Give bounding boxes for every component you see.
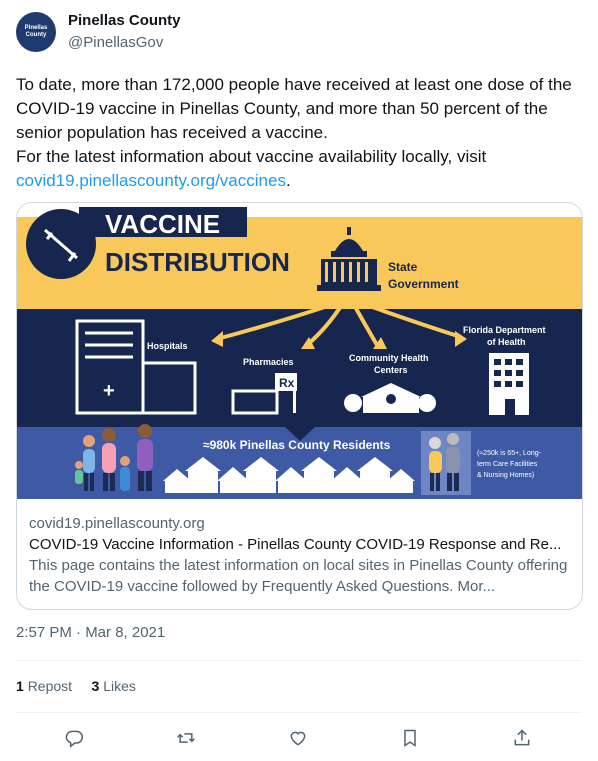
author-name[interactable]: Pinellas County bbox=[68, 12, 181, 29]
health-department-icon bbox=[489, 353, 529, 415]
chc-label-1: Community Health bbox=[349, 353, 429, 363]
repost-button[interactable] bbox=[174, 726, 198, 750]
seniors-line-3: & Nursing Homes) bbox=[477, 472, 534, 479]
state-label-2: Government bbox=[388, 277, 459, 291]
title-line-2: DISTRIBUTION bbox=[105, 247, 290, 277]
seniors-line-2: term Care Facilities bbox=[477, 461, 538, 468]
avatar[interactable]: Pinellas County bbox=[16, 12, 56, 52]
likes-count: 3 bbox=[91, 678, 100, 694]
card-title: COVID-19 Vaccine Information - Pinellas … bbox=[29, 536, 562, 553]
tweet-timestamp[interactable]: 2:57 PM · Mar 8, 2021 bbox=[16, 624, 165, 641]
tweet-paragraph-1: To date, more than 172,000 people have r… bbox=[16, 75, 572, 142]
divider-bottom bbox=[16, 712, 581, 713]
share-icon bbox=[514, 729, 530, 746]
seniors-line-1: (≈250k is 65+, Long- bbox=[477, 450, 542, 457]
card-image[interactable]: VACCINE DISTRIBUTION State Government + … bbox=[17, 203, 582, 503]
like-button[interactable] bbox=[286, 726, 310, 750]
bookmark-icon bbox=[404, 729, 416, 747]
reposts-count: 1 bbox=[16, 678, 24, 694]
repost-icon bbox=[177, 733, 195, 743]
action-bar bbox=[16, 726, 581, 750]
reposts-stat[interactable]: 1 Repost bbox=[16, 678, 72, 694]
tweet-text: To date, more than 172,000 people have r… bbox=[16, 73, 576, 193]
vaccines-link[interactable]: covid19.pinellascounty.org/vaccines bbox=[16, 171, 286, 190]
card-domain: covid19.pinellascounty.org bbox=[29, 515, 205, 532]
reply-icon bbox=[65, 730, 84, 748]
card-description: This page contains the latest informatio… bbox=[29, 557, 568, 595]
reply-button[interactable] bbox=[62, 726, 86, 750]
residents-label: ≈980k Pinellas County Residents bbox=[203, 438, 391, 452]
title-line-1: VACCINE bbox=[105, 209, 220, 239]
tweet-stats: 1 Repost 3 Likes bbox=[16, 678, 136, 694]
chc-label-2: Centers bbox=[374, 365, 408, 375]
share-button[interactable] bbox=[510, 726, 534, 750]
card-meta[interactable]: covid19.pinellascounty.org COVID-19 Vacc… bbox=[17, 503, 582, 597]
pharmacies-label: Pharmacies bbox=[243, 357, 294, 367]
tweet-paragraph-2: For the latest information about vaccine… bbox=[16, 145, 576, 193]
likes-stat[interactable]: 3 Likes bbox=[92, 678, 136, 694]
svg-text:Rx: Rx bbox=[279, 376, 295, 390]
vaccine-infographic: VACCINE DISTRIBUTION State Government + … bbox=[17, 203, 582, 503]
author-handle[interactable]: @PinellasGov bbox=[68, 34, 163, 51]
state-label-1: State bbox=[388, 260, 418, 274]
svg-text:+: + bbox=[103, 380, 115, 402]
like-icon bbox=[290, 731, 306, 746]
avatar-text: Pinellas County bbox=[24, 25, 48, 38]
hospitals-label: Hospitals bbox=[147, 341, 188, 351]
reposts-label: Repost bbox=[27, 678, 73, 694]
divider-top bbox=[16, 660, 581, 661]
link-period: . bbox=[285, 171, 291, 190]
bookmark-button[interactable] bbox=[398, 726, 422, 750]
link-card[interactable]: VACCINE DISTRIBUTION State Government + … bbox=[16, 202, 583, 610]
tweet-paragraph-2-text: For the latest information about vaccine… bbox=[16, 147, 487, 166]
fdoh-label-2: of Health bbox=[487, 337, 526, 347]
likes-label: Likes bbox=[103, 678, 136, 694]
fdoh-label-1: Florida Department bbox=[463, 325, 546, 335]
